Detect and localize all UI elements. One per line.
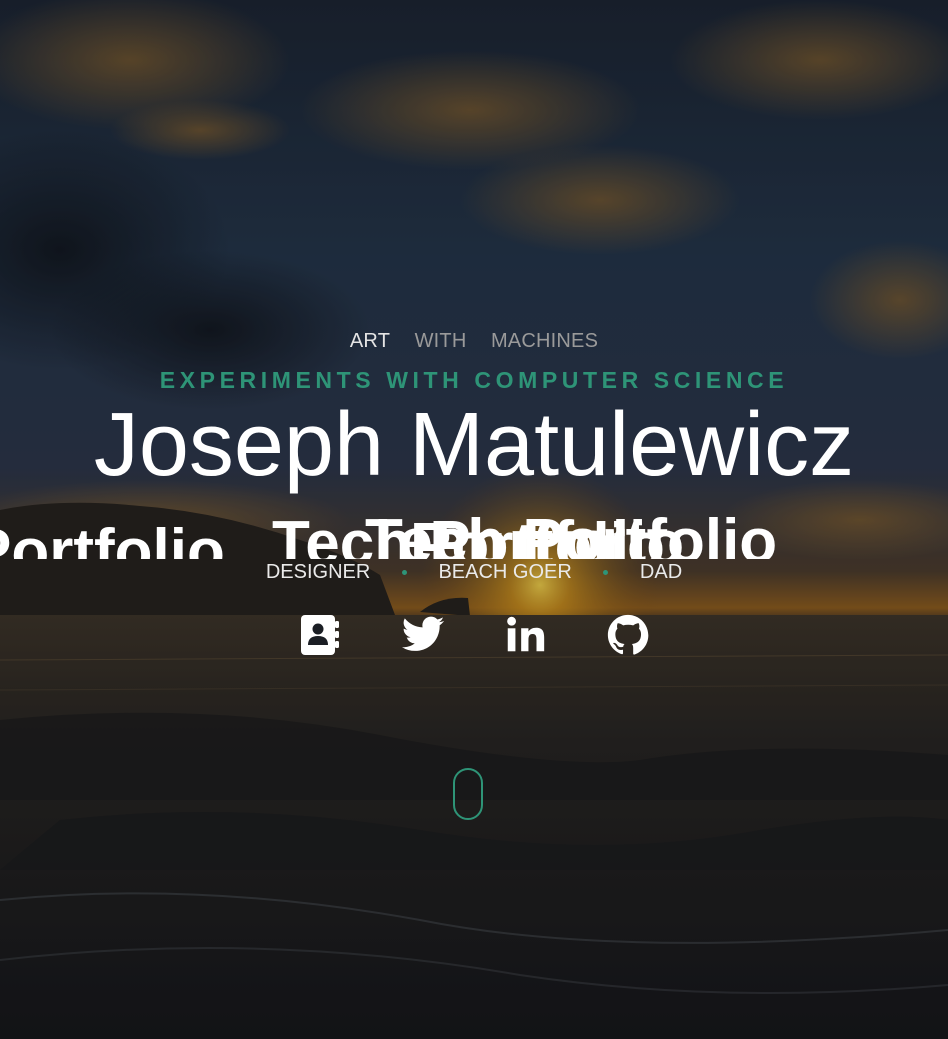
nav-item-art[interactable]: ART: [350, 330, 390, 353]
page-title: Joseph Matulewicz: [93, 395, 855, 495]
ghost-text-portfolio-2: Portfolio: [410, 511, 665, 560]
scroll-down-indicator[interactable]: [453, 768, 483, 820]
top-nav: ART WITH MACHINES: [0, 330, 948, 353]
role-dad: DAD: [639, 561, 683, 583]
social-links: [0, 612, 948, 658]
contact-book-icon: [301, 615, 340, 655]
linkedin-link[interactable]: [502, 612, 548, 658]
nav-item-with[interactable]: WITH: [415, 330, 467, 353]
contact-link[interactable]: [297, 612, 343, 658]
linkedin-icon: [507, 616, 545, 652]
nav-item-machines[interactable]: MACHINES: [491, 330, 598, 353]
roles-line: DESIGNER BEACH GOER DAD: [0, 561, 948, 584]
role-designer: DESIGNER: [265, 561, 371, 583]
twitter-link[interactable]: [400, 612, 446, 658]
animated-subtitle: Portfolio Tech Portfolio Tech Portfolio …: [0, 507, 948, 560]
role-beach-goer: BEACH GOER: [438, 561, 572, 583]
separator-dot: [603, 570, 609, 576]
separator-dot: [401, 570, 407, 576]
hero-section: ART WITH MACHINES EXPERIMENTS WITH COMPU…: [0, 0, 948, 1039]
hero-kicker: EXPERIMENTS WITH COMPUTER SCIENCE: [159, 367, 789, 393]
github-link[interactable]: [605, 612, 651, 658]
twitter-icon: [401, 616, 444, 651]
github-icon: [607, 614, 648, 655]
ghost-text-portfolio: Portfolio: [0, 517, 225, 560]
